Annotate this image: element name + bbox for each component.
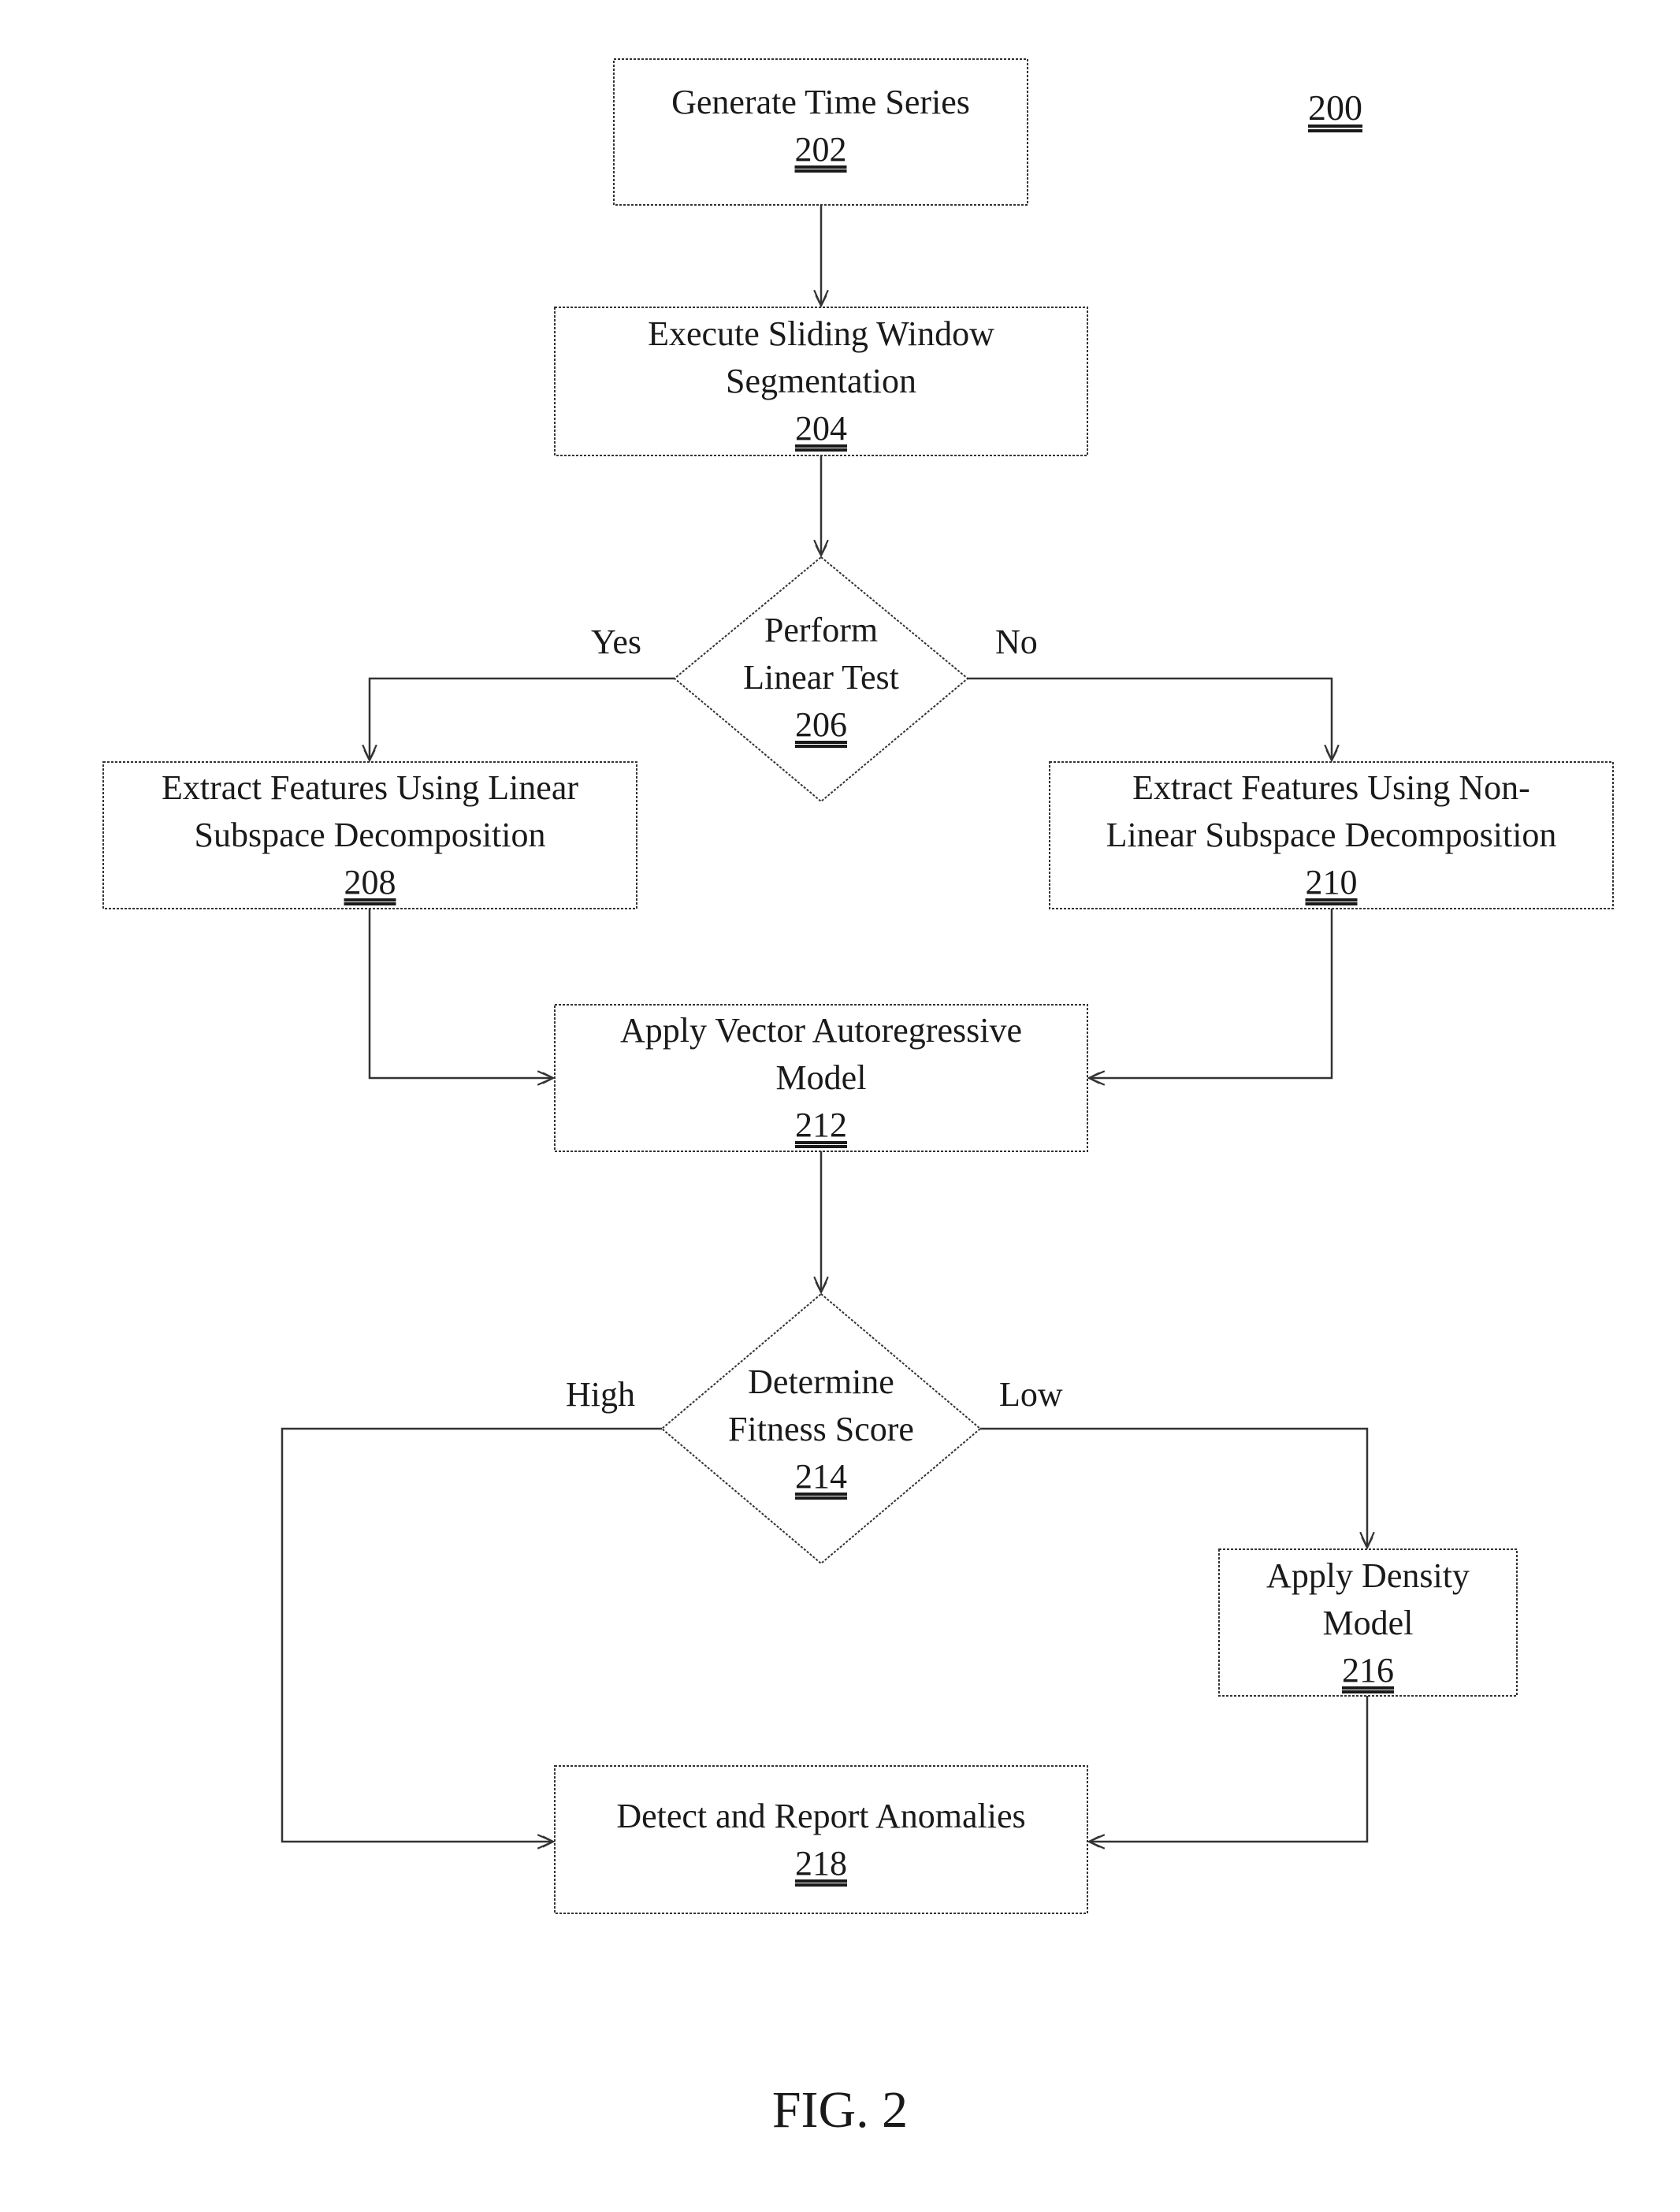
diagram-reference-number: 200: [1308, 87, 1362, 128]
node-label: Detect and Report Anomalies: [616, 1797, 1026, 1835]
node-generate-time-series: Generate Time Series 202: [614, 79, 1028, 173]
node-ref-number: 208: [344, 863, 396, 902]
node-label-line-1: Execute Sliding Window: [648, 314, 994, 353]
node-label-line-2: Linear Test: [743, 658, 899, 697]
node-sliding-window-segmentation: Execute Sliding Window Segmentation 204: [555, 310, 1087, 452]
node-ref-number: 216: [1342, 1651, 1394, 1690]
edge-206-208-yes: [370, 677, 675, 760]
node-label-line-2: Subspace Decomposition: [194, 816, 546, 854]
node-label-line-2: Model: [1322, 1604, 1414, 1642]
node-linear-subspace-decomposition: Extract Features Using Linear Subspace D…: [103, 764, 637, 906]
node-label-line-2: Linear Subspace Decomposition: [1106, 816, 1557, 854]
decision-fitness-score: Determine Fitness Score 214: [662, 1359, 980, 1500]
node-label-line-1: Perform: [764, 611, 879, 649]
node-label: Generate Time Series: [671, 83, 970, 121]
node-ref-number: 204: [795, 409, 847, 448]
edge-label-high: High: [566, 1375, 635, 1414]
edge-214-218-high: [281, 1427, 662, 1842]
node-label-line-2: Segmentation: [726, 362, 916, 400]
node-label-line-1: Determine: [748, 1363, 894, 1401]
edge-208-212: [368, 909, 553, 1078]
figure-caption: FIG. 2: [771, 2081, 909, 2139]
node-ref-number: 206: [795, 705, 847, 744]
edge-label-no: No: [995, 623, 1038, 661]
node-label-line-1: Apply Vector Autoregressive: [620, 1011, 1022, 1050]
edge-label-yes: Yes: [591, 623, 642, 661]
edge-214-216-low: [980, 1427, 1367, 1548]
node-label-line-1: Apply Density: [1266, 1556, 1470, 1595]
node-vector-autoregressive-model: Apply Vector Autoregressive Model 212: [555, 1007, 1087, 1149]
node-label-line-2: Model: [775, 1058, 867, 1097]
node-ref-number: 214: [795, 1457, 847, 1496]
node-ref-number: 210: [1305, 863, 1358, 902]
node-ref-number: 212: [795, 1106, 847, 1144]
node-label-line-1: Extract Features Using Linear: [161, 768, 579, 807]
node-ref-number: 202: [794, 130, 847, 169]
edge-206-210-no: [968, 677, 1332, 760]
node-density-model: Apply Density Model 216: [1219, 1552, 1517, 1694]
edge-210-212: [1089, 909, 1333, 1078]
node-label-line-2: Fitness Score: [728, 1410, 914, 1448]
node-ref-number: 218: [795, 1844, 847, 1883]
node-detect-report-anomalies: Detect and Report Anomalies 218: [555, 1793, 1087, 1887]
node-nonlinear-subspace-decomposition: Extract Features Using Non- Linear Subsp…: [1050, 764, 1613, 906]
node-label-line-1: Extract Features Using Non-: [1132, 768, 1530, 807]
decision-linear-test: Perform Linear Test 206: [675, 607, 968, 749]
edge-label-low: Low: [999, 1375, 1063, 1414]
edge-216-218: [1089, 1696, 1369, 1842]
